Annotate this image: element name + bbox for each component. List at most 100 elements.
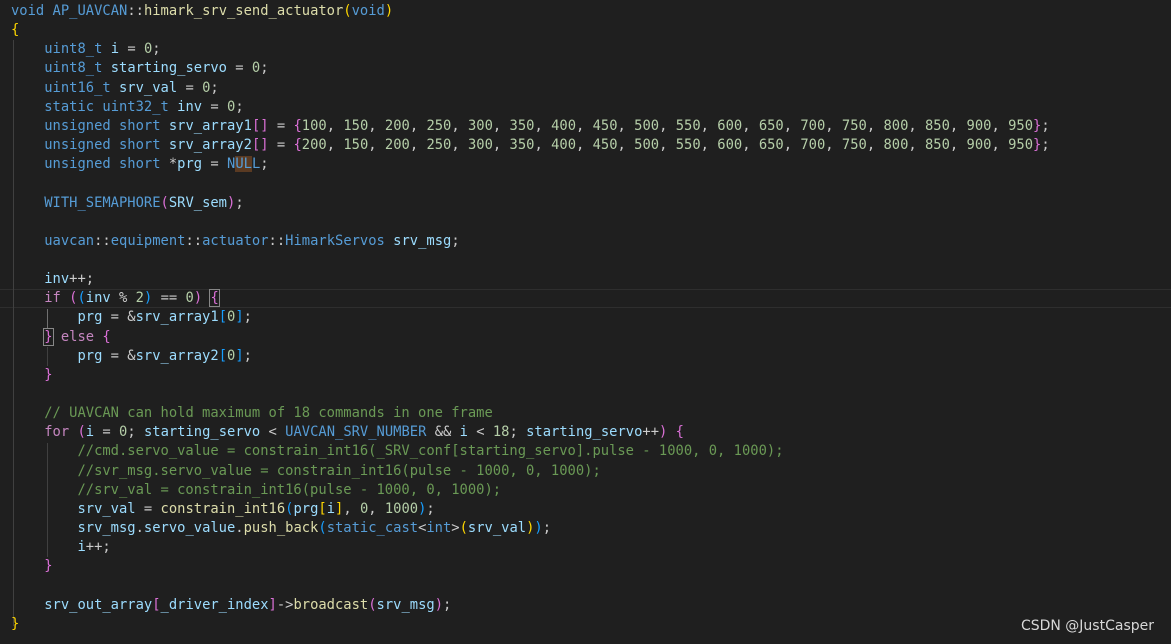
code-line[interactable]: } else {: [11, 327, 111, 347]
code-token-punctuation: [161, 118, 169, 134]
code-token-keyword: uint8_t: [44, 41, 103, 58]
code-token-punctuation: ,: [742, 137, 759, 154]
code-line[interactable]: // UAVCAN can hold maximum of 18 command…: [11, 404, 493, 423]
code-token-punctuation: ;: [260, 156, 269, 173]
code-line[interactable]: prg = &srv_array2[0];: [11, 347, 251, 366]
code-line[interactable]: //cmd.servo_value = constrain_int16(_SRV…: [11, 442, 783, 461]
code-line[interactable]: srv_msg.servo_value.push_back(static_cas…: [11, 519, 551, 538]
code-token-keyword: UAVCAN_SRV_NUMBER: [285, 424, 427, 441]
code-token-number: 750: [841, 137, 867, 154]
code-token-number: 400: [551, 117, 576, 134]
code-line[interactable]: unsigned short srv_array1[] = {100, 150,…: [11, 117, 1050, 136]
code-token-number: 650: [758, 117, 784, 134]
code-token-brace3: ]: [235, 309, 244, 326]
code-token-number: 600: [717, 137, 743, 154]
code-line[interactable]: }: [11, 615, 19, 634]
code-line[interactable]: uint16_t srv_val = 0;: [11, 79, 218, 98]
code-token-punctuation: *: [160, 156, 178, 173]
code-token-punctuation: [11, 597, 44, 613]
code-token-variable: starting_servo: [526, 424, 643, 441]
code-token-punctuation: ;: [235, 194, 244, 211]
code-line[interactable]: //svr_msg.servo_value = constrain_int16(…: [11, 462, 601, 481]
code-token-number: 0: [359, 500, 369, 517]
code-token-punctuation: [11, 367, 44, 383]
code-token-number: 950: [1008, 137, 1034, 154]
code-line[interactable]: for (i = 0; starting_servo < UAVCAN_SRV_…: [11, 423, 684, 442]
code-token-variable: srv_msg: [376, 596, 435, 613]
code-token-punctuation: [11, 99, 44, 115]
code-line[interactable]: srv_out_array[_driver_index]->broadcast(…: [11, 596, 451, 615]
code-token-punctuation: [61, 290, 69, 306]
code-token-control: for: [44, 424, 70, 441]
code-token-punctuation: [11, 482, 77, 498]
code-token-number: 0: [143, 41, 153, 58]
code-token-function: push_back: [243, 520, 319, 537]
code-line[interactable]: }: [11, 557, 52, 576]
code-line[interactable]: uint8_t starting_servo = 0;: [11, 59, 268, 78]
code-token-punctuation: =: [119, 41, 144, 58]
code-token-number: 200: [301, 137, 327, 154]
code-line[interactable]: if ((inv % 2) == 0) {: [11, 289, 220, 308]
code-token-punctuation: [161, 137, 169, 153]
code-token-comment: // UAVCAN can hold maximum of 18 command…: [44, 405, 493, 422]
code-line[interactable]: unsigned short *prg = NULL;: [11, 155, 269, 174]
code-token-variable: inv: [85, 290, 111, 307]
code-token-punctuation: ,: [617, 137, 635, 154]
code-line[interactable]: WITH_SEMAPHORE(SRV_sem);: [11, 194, 244, 213]
code-token-number: 1000: [384, 500, 419, 517]
code-token-brace1: }: [11, 615, 20, 632]
code-token-number: 250: [426, 137, 452, 154]
code-line[interactable]: {: [11, 21, 19, 40]
code-line[interactable]: uint8_t i = 0;: [11, 40, 160, 59]
code-line[interactable]: //srv_val = constrain_int16(pulse - 1000…: [11, 481, 501, 500]
code-token-brace3: [: [218, 309, 227, 326]
code-token-punctuation: ;: [1041, 117, 1050, 134]
code-token-punctuation: ,: [742, 117, 759, 134]
code-line[interactable]: uavcan::equipment::actuator::HimarkServo…: [11, 232, 459, 251]
code-token-punctuation: ,: [368, 137, 385, 154]
code-token-punctuation: ,: [991, 137, 1009, 154]
code-token-number: 700: [800, 137, 826, 154]
code-line[interactable]: inv++;: [11, 270, 94, 289]
code-editor[interactable]: void AP_UAVCAN::himark_srv_send_actuator…: [0, 0, 1171, 644]
code-token-variable: i: [85, 424, 95, 441]
code-token-punctuation: ,: [368, 500, 385, 517]
code-token-number: 850: [925, 117, 950, 134]
code-token-punctuation: [11, 443, 77, 459]
code-token-punctuation: [111, 118, 119, 134]
code-token-brace2: (: [77, 424, 86, 441]
code-token-punctuation: [11, 137, 44, 153]
code-line[interactable]: prg = &srv_array1[0];: [11, 308, 252, 327]
code-token-punctuation: .: [235, 520, 244, 537]
code-token-punctuation: ,: [991, 117, 1009, 134]
code-token-variable: srv_array1: [168, 117, 252, 134]
code-token-control: else: [60, 328, 95, 345]
code-token-brace2: {: [293, 137, 302, 154]
code-token-number: 350: [509, 137, 535, 154]
code-token-type: HimarkServos: [285, 232, 385, 249]
code-line[interactable]: static uint32_t inv = 0;: [11, 98, 243, 117]
code-line[interactable]: unsigned short srv_array2[] = {200, 150,…: [11, 136, 1049, 155]
code-token-punctuation: =: [177, 79, 203, 96]
code-token-punctuation: [11, 424, 44, 440]
code-line[interactable]: i++;: [11, 538, 110, 557]
code-token-number: 200: [384, 117, 410, 134]
code-token-variable: i: [110, 41, 120, 58]
code-token-punctuation: [11, 118, 44, 134]
code-line[interactable]: }: [11, 366, 52, 385]
code-token-punctuation: ,: [825, 117, 842, 134]
code-token-punctuation: ::: [185, 232, 203, 249]
code-line[interactable]: void AP_UAVCAN::himark_srv_send_actuator…: [11, 2, 393, 21]
code-token-number: 850: [925, 137, 950, 154]
code-token-punctuation: ;: [243, 309, 252, 326]
code-token-punctuation: ,: [659, 137, 676, 154]
code-token-punctuation: [111, 137, 119, 153]
code-token-comment: //svr_msg.servo_value = constrain_int16(…: [77, 462, 601, 479]
code-line[interactable]: srv_val = constrain_int16(prg[i], 0, 100…: [11, 500, 434, 519]
code-token-number: 200: [384, 137, 410, 154]
code-token-punctuation: ,: [825, 137, 842, 154]
code-token-punctuation: ,: [949, 137, 967, 154]
code-token-function: constrain_int16: [160, 500, 286, 517]
code-token-number: 100: [301, 117, 327, 134]
code-token-variable: starting_servo: [110, 60, 227, 77]
